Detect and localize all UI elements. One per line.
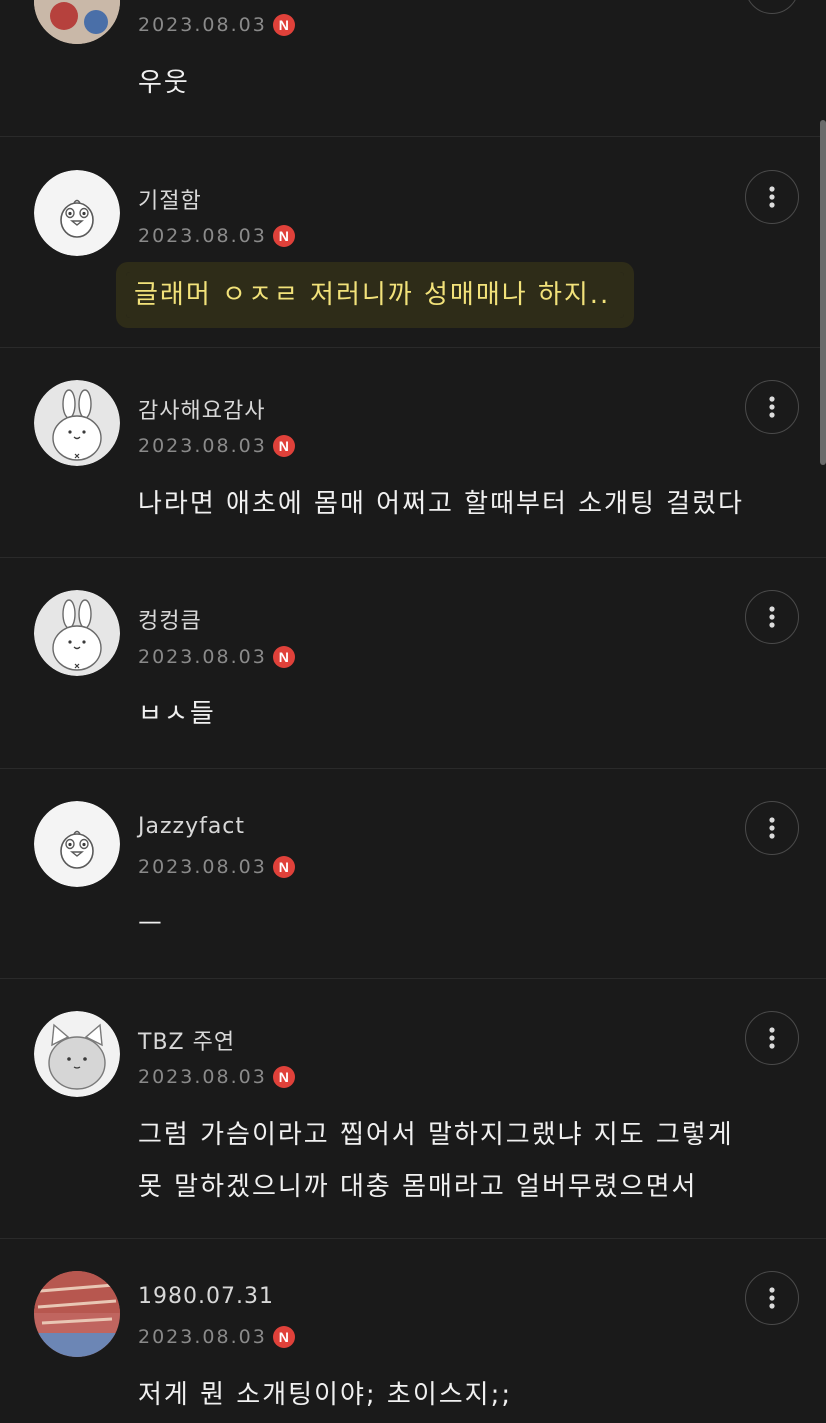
more-options-button[interactable] [745,801,799,855]
cat-avatar-icon [34,1011,120,1097]
more-options-button[interactable] [745,0,799,14]
comment-nickname[interactable]: 기절함 [138,183,202,215]
more-options-button[interactable] [745,1011,799,1065]
more-options-button[interactable] [745,380,799,434]
comment-date: 2023.08.03 [138,1066,267,1088]
comment-date: 2023.08.03 [138,646,267,668]
chick-avatar-icon [34,801,120,887]
more-vertical-icon [769,817,775,839]
date-row: 2023.08.03 N [138,433,295,459]
user-avatar[interactable] [34,590,120,676]
date-row: 2023.08.03 N [138,12,295,38]
photo-avatar-icon [34,0,120,44]
date-row: 2023.08.03 N [138,644,295,670]
scrollbar[interactable] [820,120,826,465]
cake-avatar-icon [34,1271,120,1357]
rabbit-avatar-icon [34,590,120,676]
comment-nickname[interactable]: 감사해요감사 [138,393,265,425]
more-vertical-icon [769,1027,775,1049]
comment-text: 글래머 ㅇㅈㄹ 저러니까 성매매나 하지.. [126,269,758,321]
more-options-button[interactable] [745,590,799,644]
new-badge: N [272,225,295,247]
rabbit-avatar-icon [34,380,120,466]
user-avatar[interactable] [34,1011,120,1097]
user-avatar[interactable] [34,1271,120,1357]
user-avatar[interactable] [34,170,120,256]
new-badge: N [272,14,295,36]
comment-item: 2023.08.03 N 우웃 [0,0,826,137]
comment-date: 2023.08.03 [138,1326,267,1348]
comment-date: 2023.08.03 [138,225,267,247]
comment-nickname[interactable]: Jazzyfact [138,814,245,839]
more-vertical-icon [769,1287,775,1309]
more-vertical-icon [769,606,775,628]
more-vertical-icon [769,186,775,208]
comment-nickname[interactable]: 1980.07.31 [138,1284,274,1309]
comment-nickname[interactable]: 컹컹큼 [138,603,202,635]
comment-text: ㅂㅅ들 [138,699,216,729]
comment-item: 감사해요감사 2023.08.03 N 나라면 애초에 몸매 어쩌고 할때부터 … [0,348,826,558]
new-badge: N [272,435,295,457]
comment-date: 2023.08.03 [138,435,267,457]
new-badge: N [272,646,295,668]
comment-text: 그럼 가슴이라고 찝어서 말하지그랬냐 지도 그렇게 못 말하겠으니까 대충 몸… [138,1120,734,1202]
new-badge: N [272,856,295,878]
highlighted-comment-text: 글래머 ㅇㅈㄹ 저러니까 성매매나 하지.. [126,272,625,318]
comment-text: 우웃 [138,68,190,98]
user-avatar[interactable] [34,380,120,466]
date-row: 2023.08.03 N [138,854,295,880]
comment-item: 컹컹큼 2023.08.03 N ㅂㅅ들 [0,558,826,769]
comment-text: ㅡ [138,910,164,940]
comment-item: Jazzyfact 2023.08.03 N ㅡ [0,769,826,979]
more-options-button[interactable] [745,170,799,224]
date-row: 2023.08.03 N [138,1064,295,1090]
new-badge: N [272,1066,295,1088]
comment-text: 저게 뭔 소개팅이야; 초이스지;; [138,1380,513,1410]
chick-avatar-icon [34,170,120,256]
more-options-button[interactable] [745,1271,799,1325]
comment-date: 2023.08.03 [138,14,267,36]
user-avatar[interactable] [34,0,120,44]
comment-text: 나라면 애초에 몸매 어쩌고 할때부터 소개팅 걸렀다 [138,489,744,519]
more-vertical-icon [769,396,775,418]
user-avatar[interactable] [34,801,120,887]
date-row: 2023.08.03 N [138,223,295,249]
comment-item: 1980.07.31 2023.08.03 N 저게 뭔 소개팅이야; 초이스지… [0,1239,826,1423]
comment-date: 2023.08.03 [138,856,267,878]
comment-item: TBZ 주연 2023.08.03 N 그럼 가슴이라고 찝어서 말하지그랬냐 … [0,979,826,1239]
comment-item: 기절함 2023.08.03 N 글래머 ㅇㅈㄹ 저러니까 성매매나 하지.. [0,137,826,348]
date-row: 2023.08.03 N [138,1324,295,1350]
comment-nickname[interactable]: TBZ 주연 [138,1024,235,1056]
new-badge: N [272,1326,295,1348]
